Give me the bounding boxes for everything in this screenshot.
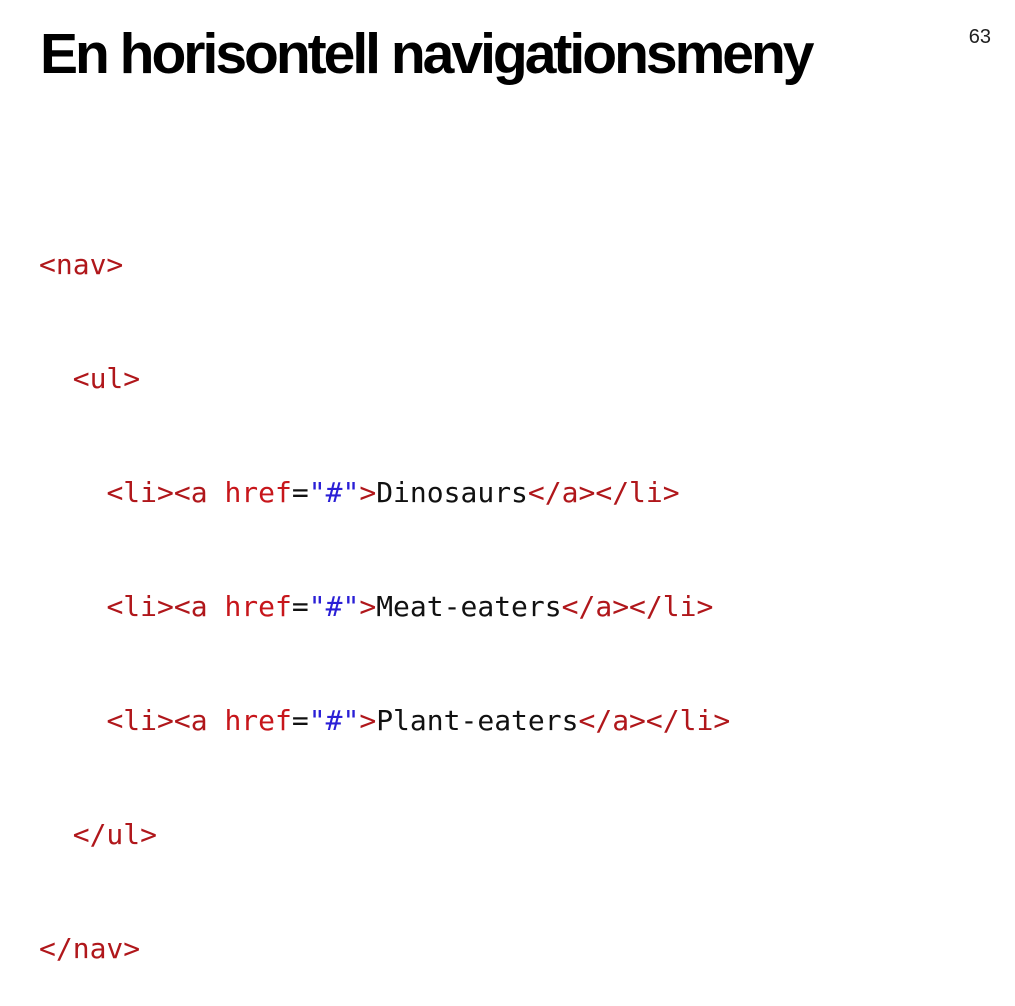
code-token-equals: = <box>291 704 309 737</box>
slide-title: En horisontell navigationsmeny <box>40 22 814 86</box>
code-token-tag: </a></li> <box>578 704 731 737</box>
code-line: <nav> <box>39 246 730 284</box>
code-token-attribute: href <box>224 590 292 623</box>
code-token-tag: <li><a <box>106 704 225 737</box>
code-token-tag: <nav> <box>39 248 124 281</box>
code-token-string: "#" <box>308 476 360 509</box>
code-token-text: Dinosaurs <box>376 476 528 509</box>
code-line: <li><a href="#">Dinosaurs</a></li> <box>39 474 730 512</box>
code-token-attribute: href <box>224 704 292 737</box>
code-token-tag: </a></li> <box>527 476 680 509</box>
code-token-tag: <li><a <box>106 476 225 509</box>
code-token-equals: = <box>291 590 309 623</box>
code-token-attribute: href <box>224 476 292 509</box>
code-line: <li><a href="#">Meat-eaters</a></li> <box>39 588 730 626</box>
code-token-tag: </ul> <box>72 818 158 851</box>
code-token-text: Plant-eaters <box>376 704 579 737</box>
code-token-tag: > <box>359 476 377 509</box>
code-token-tag: </nav> <box>39 932 141 965</box>
code-line: </nav> <box>39 930 730 968</box>
code-token-tag: <ul> <box>72 362 141 395</box>
code-token-equals: = <box>291 476 309 509</box>
code-block: <nav> <ul> <li><a href="#">Dinosaurs</a>… <box>39 170 730 1006</box>
code-token-tag: > <box>359 704 377 737</box>
code-token-string: "#" <box>308 704 360 737</box>
code-token-tag: <li><a <box>106 590 225 623</box>
code-token-tag: > <box>359 590 377 623</box>
code-line: <li><a href="#">Plant-eaters</a></li> <box>39 702 730 740</box>
code-token-tag: </a></li> <box>561 590 714 623</box>
slide-number: 63 <box>968 26 991 48</box>
code-line: <ul> <box>39 360 730 398</box>
code-line: </ul> <box>39 816 730 854</box>
code-token-text: Meat-eaters <box>376 590 562 623</box>
code-token-string: "#" <box>308 590 360 623</box>
